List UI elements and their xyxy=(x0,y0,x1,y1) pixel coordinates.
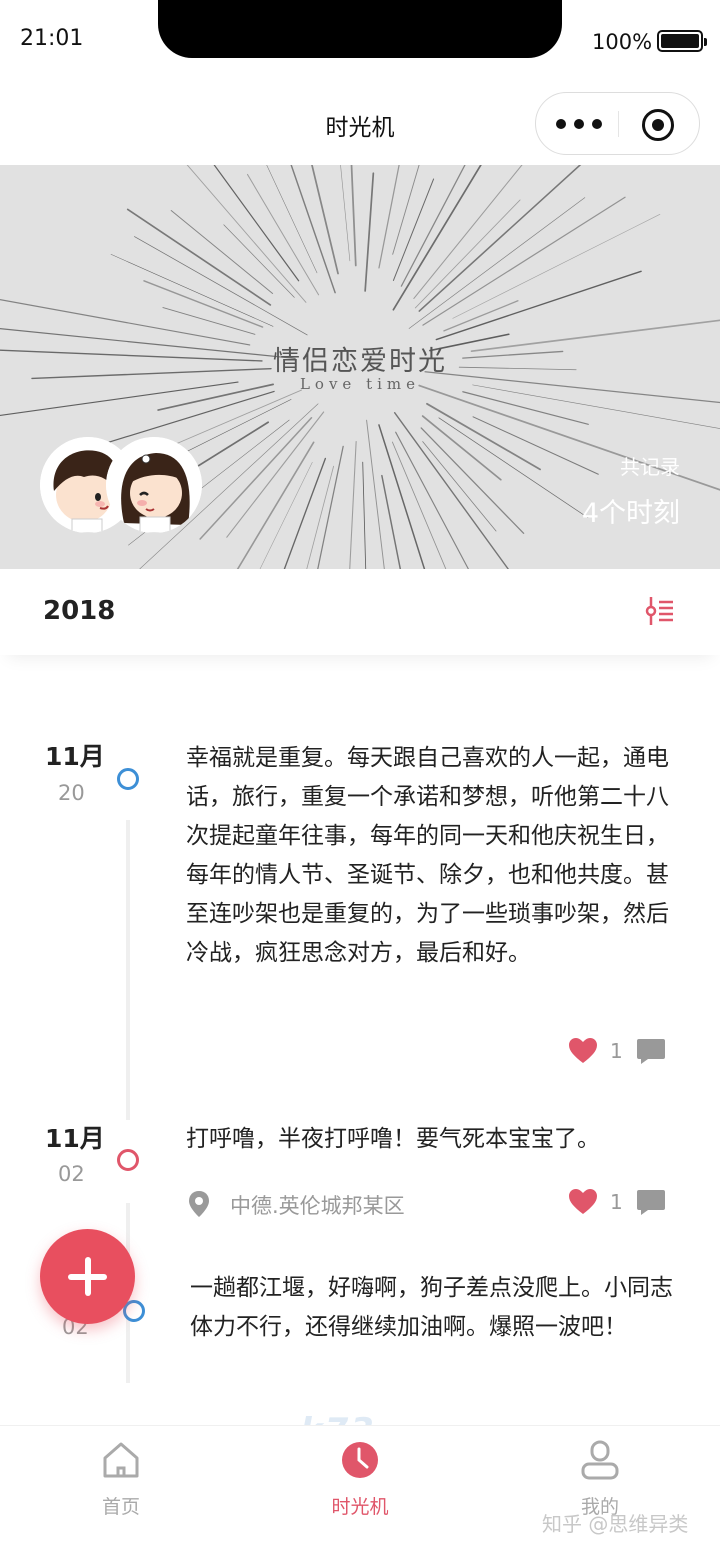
more-icon[interactable] xyxy=(556,113,608,135)
tab-home[interactable]: 首页 xyxy=(51,1426,191,1551)
battery-icon xyxy=(657,30,707,52)
source-watermark: 知乎 @思维异类 xyxy=(542,1512,689,1536)
entry-text: 打呼噜，半夜打呼噜！要气死本宝宝了。 xyxy=(186,1126,600,1152)
year-header: 2018 xyxy=(0,569,720,655)
cover-banner: 情侣恋爱时光 Love time 共记录 4个时刻 xyxy=(0,165,720,569)
tab-time-machine[interactable]: 时光机 xyxy=(290,1426,430,1551)
comment-icon[interactable] xyxy=(636,1188,666,1216)
year-label: 2018 xyxy=(43,596,116,626)
device-notch xyxy=(158,0,562,58)
records-label: 共记录 xyxy=(620,455,680,479)
entry-actions: 1 xyxy=(568,1037,668,1067)
entry-day: 20 xyxy=(58,781,85,805)
location-pin-icon xyxy=(189,1191,209,1217)
entry-text: 幸福就是重复。每天跟自己喜欢的人一起，通电话，旅行，重复一个承诺和梦想，听他第二… xyxy=(186,745,669,966)
timeline-dot xyxy=(117,768,139,790)
records-count: 4个时刻 xyxy=(581,498,680,529)
user-icon xyxy=(581,1440,619,1480)
like-heart-icon[interactable] xyxy=(568,1037,598,1065)
timeline-sort-icon[interactable] xyxy=(645,595,675,627)
entry-text: 一趟都江堰，好嗨啊，狗子差点没爬上。小同志体力不行，还得继续加油啊。爆照一波吧！ xyxy=(190,1275,673,1340)
entry-actions: 1 xyxy=(568,1188,668,1218)
banner-title: 情侣恋爱时光 xyxy=(273,346,447,377)
like-count: 1 xyxy=(610,1190,623,1214)
battery-percent: 100% xyxy=(592,30,653,54)
like-count: 1 xyxy=(610,1039,623,1063)
timeline-dot xyxy=(117,1149,139,1171)
avatar-girl[interactable] xyxy=(106,437,202,533)
add-moment-button[interactable] xyxy=(40,1229,135,1324)
status-bar: 21:01 100% xyxy=(0,0,720,80)
tab-label: 时光机 xyxy=(331,1496,389,1518)
clock-icon xyxy=(342,1442,378,1478)
entry-month: 11月 xyxy=(45,742,105,771)
capsule-divider xyxy=(618,111,619,137)
like-heart-icon[interactable] xyxy=(568,1188,598,1216)
home-icon xyxy=(103,1442,139,1478)
tab-label: 首页 xyxy=(101,1496,140,1518)
timeline-line xyxy=(126,820,130,1120)
entry-location: 中德.英伦城邦某区 xyxy=(230,1194,405,1218)
entry-day: 02 xyxy=(58,1162,85,1186)
entry-month: 11月 xyxy=(45,1124,105,1153)
miniapp-capsule xyxy=(535,92,700,155)
banner-subtitle: Love time xyxy=(299,375,421,393)
status-time: 21:01 xyxy=(20,26,84,51)
girl-avatar-image xyxy=(106,437,202,533)
close-miniapp-icon[interactable] xyxy=(642,109,674,141)
comment-icon[interactable] xyxy=(636,1037,666,1065)
